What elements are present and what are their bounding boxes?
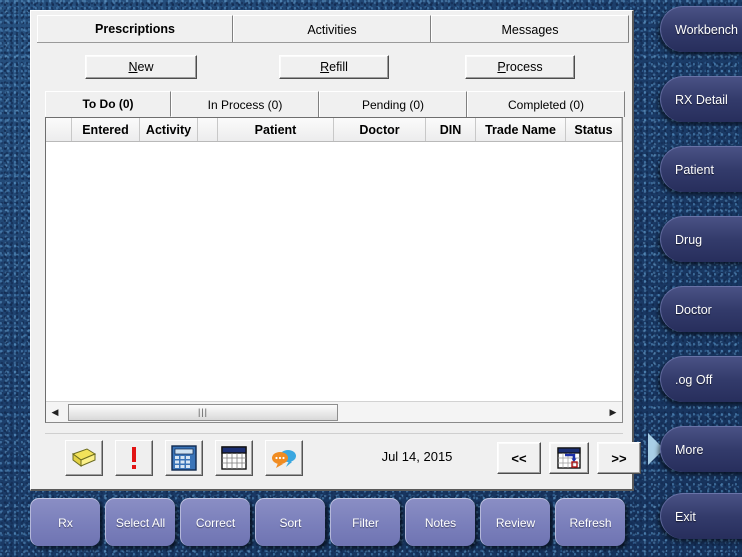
sticky-notes-icon: [71, 448, 97, 467]
refill-button[interactable]: Refill: [279, 55, 389, 79]
review-button[interactable]: Review: [480, 498, 550, 546]
subtab-in-process-label: In Process (0): [207, 97, 283, 112]
next-date-button[interactable]: >>: [597, 442, 641, 474]
chat-bubbles-icon: [272, 450, 296, 468]
grid-column-header-activity[interactable]: Activity: [140, 118, 198, 141]
calendar-icon: [221, 446, 247, 470]
sidebar-item-drug-label: Drug: [675, 232, 703, 247]
tab-messages[interactable]: Messages: [431, 15, 629, 43]
rx-button[interactable]: Rx: [30, 498, 100, 546]
scrollbar-grip-icon: |||: [197, 406, 208, 417]
tab-messages-label: Messages: [501, 22, 559, 37]
scrollbar-track[interactable]: |||: [64, 403, 604, 422]
sticky-notes-button[interactable]: [65, 440, 103, 476]
application-window: Prescriptions Activities Messages New Re…: [0, 0, 742, 557]
alert-button[interactable]: [115, 440, 153, 476]
sidebar-item-rx-detail-label: RX Detail: [675, 92, 728, 107]
grid-column-header-din[interactable]: DIN: [426, 118, 476, 141]
subtab-completed[interactable]: Completed (0): [467, 91, 625, 117]
navigation-sidebar: Workbench RX Detail Patient Drug Doctor …: [648, 0, 742, 557]
subtab-to-do[interactable]: To Do (0): [45, 91, 171, 117]
scrollbar-thumb[interactable]: |||: [68, 403, 338, 421]
calendar-button[interactable]: [215, 440, 253, 476]
select-all-button[interactable]: Select All: [105, 498, 175, 546]
date-picker-button[interactable]: [549, 442, 589, 474]
sort-button[interactable]: Sort: [255, 498, 325, 546]
grid-column-header-status[interactable]: Status: [566, 118, 622, 141]
calculator-button[interactable]: [165, 440, 203, 476]
process-button[interactable]: Process: [465, 55, 575, 79]
command-button-bar: Rx Select All Correct Sort Filter Notes Review…: [30, 498, 634, 550]
button-label: Sort: [279, 515, 302, 530]
grid-column-header-entered[interactable]: Entered: [72, 118, 140, 141]
button-label: Correct: [195, 515, 236, 530]
subtab-in-process[interactable]: In Process (0): [171, 91, 319, 117]
current-date-label: Jul 14, 2015: [381, 449, 453, 464]
chat-button[interactable]: [265, 440, 303, 476]
correct-button[interactable]: Correct: [180, 498, 250, 546]
scroll-right-arrow-icon[interactable]: ▶: [604, 402, 622, 422]
sidebar-item-patient-label: Patient: [675, 162, 714, 177]
new-button[interactable]: New: [85, 55, 197, 79]
refresh-button[interactable]: Refresh: [555, 498, 625, 546]
filter-button[interactable]: Filter: [330, 498, 400, 546]
tab-activities-label: Activities: [307, 22, 357, 37]
sidebar-item-patient[interactable]: Patient: [660, 146, 742, 192]
button-label: Select All: [115, 515, 166, 530]
process-button-label: rocess: [505, 60, 543, 74]
grid-column-header-blank-3[interactable]: [198, 118, 218, 141]
grid-header-row: Entered Activity Patient Doctor DIN Trade Nam…: [46, 118, 622, 142]
tab-prescriptions[interactable]: Prescriptions: [37, 15, 233, 43]
calculator-icon: [171, 445, 197, 471]
sidebar-item-doctor[interactable]: Doctor: [660, 286, 742, 332]
sidebar-item-workbench[interactable]: Workbench: [660, 6, 742, 52]
previous-date-button[interactable]: <<: [497, 442, 541, 474]
grid-body[interactable]: [46, 142, 622, 400]
grid-column-header-blank-0[interactable]: [46, 118, 72, 141]
refill-button-label: efill: [329, 60, 348, 74]
sidebar-item-workbench-label: Workbench: [675, 22, 738, 37]
new-button-mnemonic: N: [128, 60, 138, 74]
alert-exclamation-icon: [132, 447, 136, 469]
grid-column-header-trade-name[interactable]: Trade Name: [476, 118, 566, 141]
sidebar-item-rx-detail[interactable]: RX Detail: [660, 76, 742, 122]
sidebar-item-drug[interactable]: Drug: [660, 216, 742, 262]
button-label: Filter: [352, 515, 379, 530]
sidebar-item-log-off-label: .og Off: [675, 372, 713, 387]
sidebar-item-log-off[interactable]: .og Off: [660, 356, 742, 402]
button-label: Notes: [424, 515, 457, 530]
status-subtabstrip: To Do (0) In Process (0) Pending (0) Com…: [45, 91, 625, 117]
tabstrip-divider: [37, 42, 629, 43]
new-button-label: ew: [137, 60, 154, 74]
primary-tabstrip: Prescriptions Activities Messages: [37, 15, 629, 43]
notes-button[interactable]: Notes: [405, 498, 475, 546]
subtab-pending[interactable]: Pending (0): [319, 91, 467, 117]
subtab-completed-label: Completed (0): [507, 97, 585, 112]
button-label: Rx: [58, 515, 73, 530]
action-button-row: New Refill Process: [37, 53, 629, 81]
sidebar-item-more-label: More: [675, 442, 704, 457]
calendar-picker-icon: [557, 447, 581, 469]
horizontal-scrollbar[interactable]: ◀ ||| ▶: [46, 401, 622, 422]
scroll-left-arrow-icon[interactable]: ◀: [46, 402, 64, 422]
tab-activities[interactable]: Activities: [233, 15, 431, 43]
process-button-mnemonic: P: [497, 60, 506, 74]
button-label: Refresh: [569, 515, 612, 530]
sidebar-item-doctor-label: Doctor: [675, 302, 712, 317]
sidebar-item-exit[interactable]: Exit: [660, 493, 742, 539]
refill-button-mnemonic: R: [320, 60, 330, 74]
prescriptions-grid[interactable]: Entered Activity Patient Doctor DIN Trade Nam…: [45, 117, 623, 423]
subtab-pending-label: Pending (0): [361, 97, 425, 112]
subtab-to-do-label: To Do (0): [82, 97, 134, 111]
main-panel: Prescriptions Activities Messages New Re…: [30, 10, 641, 491]
grid-column-header-doctor[interactable]: Doctor: [334, 118, 426, 141]
sidebar-item-more[interactable]: More: [660, 426, 742, 472]
footer-toolbar: Jul 14, 2015 << >>: [45, 433, 641, 481]
button-label: Review: [495, 515, 536, 530]
sidebar-item-exit-label: Exit: [675, 509, 696, 524]
tab-prescriptions-label: Prescriptions: [95, 22, 175, 36]
grid-column-header-patient[interactable]: Patient: [218, 118, 334, 141]
